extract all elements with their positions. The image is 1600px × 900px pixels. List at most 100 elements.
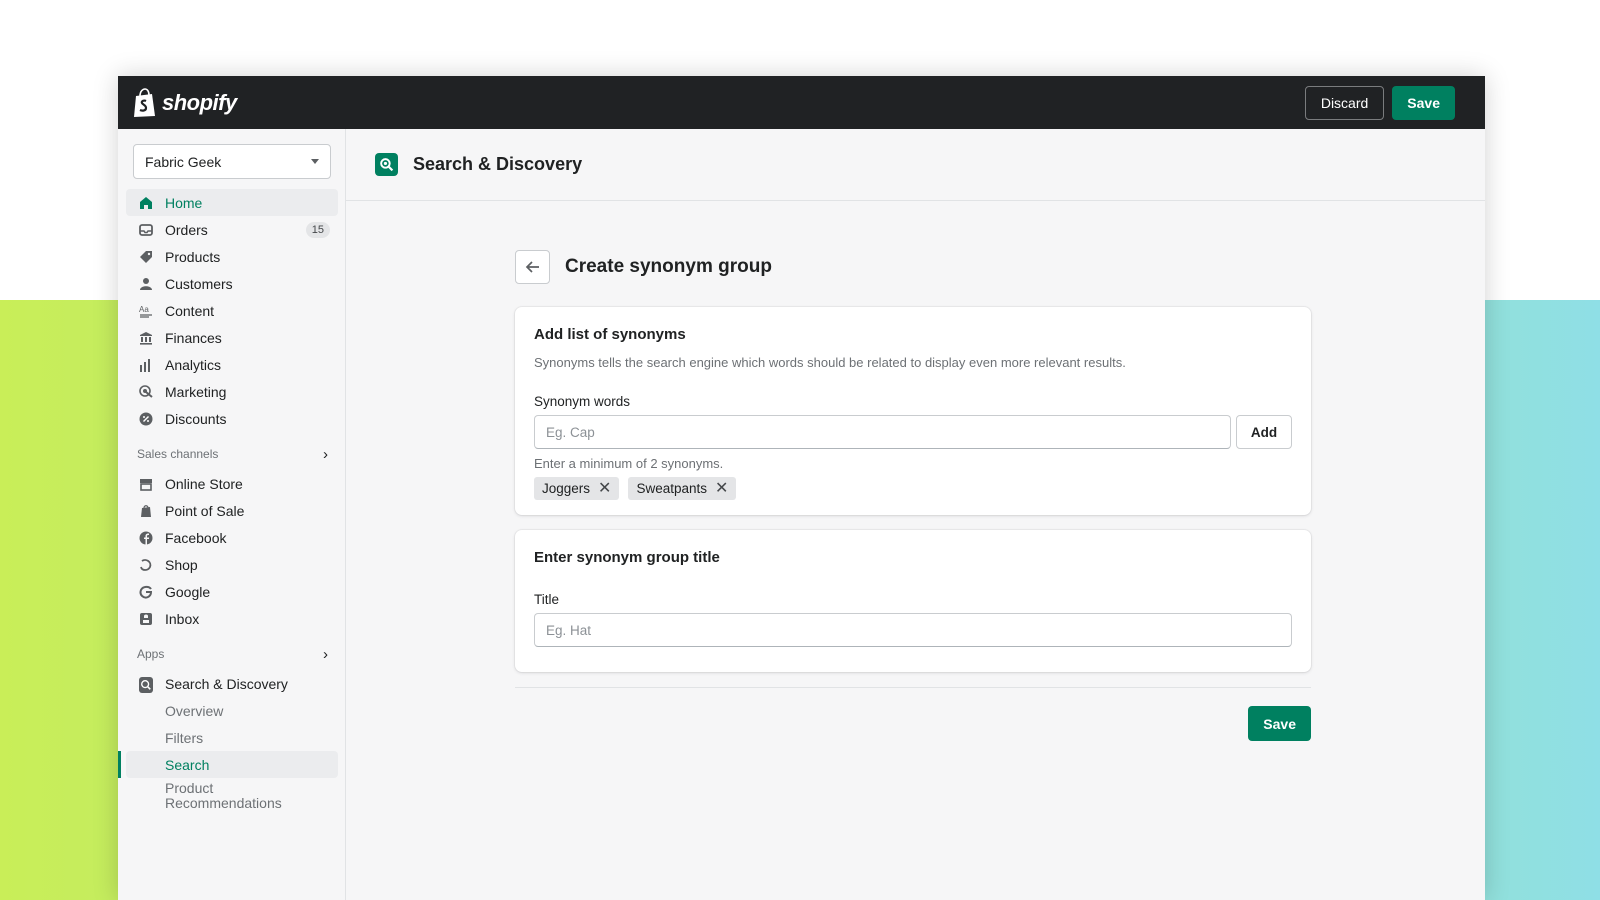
tag-label: Joggers <box>542 481 591 496</box>
sidebar-item-orders[interactable]: Orders 15 <box>126 216 338 243</box>
page-content: Create synonym group Add list of synonym… <box>515 250 1311 741</box>
person-icon <box>139 277 153 291</box>
text-icon: Aa <box>139 304 153 318</box>
sidebar-item-label: Google <box>165 583 211 600</box>
sidebar-subitem-filters[interactable]: Filters <box>126 724 338 751</box>
tag-label: Sweatpants <box>636 481 707 496</box>
apps-heading[interactable]: Apps › <box>126 642 338 666</box>
remove-tag-icon[interactable]: ✕ <box>715 480 728 497</box>
sidebar-item-label: Point of Sale <box>165 502 245 519</box>
sidebar-item-shop[interactable]: Shop <box>126 551 338 578</box>
app-window: shopify Discard Save Fabric Geek Home Or… <box>118 76 1485 900</box>
group-title-input[interactable] <box>534 613 1292 647</box>
card-title: Add list of synonyms <box>534 326 686 343</box>
sidebar-subitem-product-recommendations[interactable]: Product Recommendations <box>126 778 338 814</box>
subitem-label: Overview <box>165 702 224 719</box>
sales-channels-label: Sales channels <box>137 447 219 461</box>
topbar-actions: Discard Save <box>1304 85 1455 120</box>
group-title-card: Enter synonym group title Title <box>515 530 1311 672</box>
google-icon <box>139 585 153 599</box>
remove-tag-icon[interactable]: ✕ <box>598 480 611 497</box>
orders-count-badge: 15 <box>305 221 330 238</box>
sales-channels-heading[interactable]: Sales channels › <box>126 442 338 466</box>
subitem-label: Search <box>165 756 210 773</box>
divider <box>515 687 1311 688</box>
synonym-tag: Joggers ✕ <box>534 477 620 500</box>
sidebar-item-label: Orders <box>165 221 208 238</box>
card-description: Synonyms tells the search engine which w… <box>534 355 1126 370</box>
subitem-label: Filters <box>165 729 204 746</box>
bag-icon <box>139 504 153 518</box>
caret-down-icon <box>311 159 319 164</box>
app-header: Search & Discovery <box>346 129 1485 201</box>
sidebar-item-label: Analytics <box>165 356 222 373</box>
sidebar-item-online-store[interactable]: Online Store <box>126 470 338 497</box>
save-button[interactable]: Save <box>1248 706 1311 741</box>
store-icon <box>139 477 153 491</box>
save-top-button[interactable]: Save <box>1392 85 1455 120</box>
discount-icon <box>139 412 153 426</box>
search-discovery-logo-icon <box>375 153 398 176</box>
page-title-row: Create synonym group <box>515 250 1311 284</box>
sidebar-item-label: Finances <box>165 329 222 346</box>
discard-button[interactable]: Discard <box>1304 85 1385 120</box>
sidebar-item-label: Home <box>165 194 203 211</box>
bar-chart-icon <box>139 358 153 372</box>
synonym-words-input[interactable] <box>534 415 1231 449</box>
sidebar-item-label: Products <box>165 248 221 265</box>
sidebar-item-label: Discounts <box>165 410 227 427</box>
sidebar-item-inbox[interactable]: Inbox <box>126 605 338 632</box>
chevron-right-icon: › <box>323 645 328 663</box>
search-discovery-icon <box>139 676 153 693</box>
sidebar-item-customers[interactable]: Customers <box>126 270 338 297</box>
sidebar-item-products[interactable]: Products <box>126 243 338 270</box>
synonym-input-row: Add <box>534 415 1292 449</box>
target-icon <box>139 384 153 399</box>
sidebar-item-discounts[interactable]: Discounts <box>126 405 338 432</box>
sidebar-item-search-discovery[interactable]: Search & Discovery <box>126 670 338 697</box>
add-synonym-button[interactable]: Add <box>1236 415 1292 449</box>
apps-label: Apps <box>137 647 165 661</box>
page-footer: Save <box>515 706 1311 741</box>
sidebar-nav: Home Orders 15 Products Customers Aa Con… <box>118 189 338 814</box>
sidebar-subitem-overview[interactable]: Overview <box>126 697 338 724</box>
sidebar-subitem-search[interactable]: Search <box>118 751 338 778</box>
synonym-tags: Joggers ✕ Sweatpants ✕ <box>534 477 1292 500</box>
sidebar-item-label: Inbox <box>165 610 200 627</box>
sidebar-item-google[interactable]: Google <box>126 578 338 605</box>
sidebar-item-facebook[interactable]: Facebook <box>126 524 338 551</box>
synonyms-card: Add list of synonyms Synonyms tells the … <box>515 307 1311 515</box>
facebook-icon <box>139 531 153 545</box>
bank-icon <box>139 331 153 345</box>
main-content: Search & Discovery Create synonym group … <box>346 129 1485 900</box>
sidebar-item-point-of-sale[interactable]: Point of Sale <box>126 497 338 524</box>
sidebar: Fabric Geek Home Orders 15 Products Cust… <box>118 129 346 900</box>
shopify-logo[interactable]: shopify <box>132 87 237 118</box>
sidebar-item-label: Online Store <box>165 475 243 492</box>
subitem-label: Product Recommendations <box>165 780 282 811</box>
brand-name: shopify <box>162 89 237 115</box>
inbox-tray-icon <box>139 223 153 237</box>
home-icon <box>139 196 153 210</box>
synonym-words-label: Synonym words <box>534 394 631 409</box>
sidebar-item-label: Marketing <box>165 383 227 400</box>
sidebar-item-content[interactable]: Aa Content <box>126 297 338 324</box>
sidebar-item-analytics[interactable]: Analytics <box>126 351 338 378</box>
shop-icon <box>139 558 153 572</box>
chevron-right-icon: › <box>323 445 328 463</box>
sidebar-item-label: Search & Discovery <box>165 675 288 692</box>
page-title: Create synonym group <box>565 256 772 277</box>
title-field-label: Title <box>534 592 560 607</box>
sidebar-item-home[interactable]: Home <box>126 189 338 216</box>
store-selector[interactable]: Fabric Geek <box>133 144 331 179</box>
card-title: Enter synonym group title <box>534 549 720 566</box>
sidebar-item-label: Content <box>165 302 215 319</box>
tag-icon <box>139 250 153 264</box>
svg-text:Aa: Aa <box>139 305 149 314</box>
synonym-tag: Sweatpants ✕ <box>628 477 737 500</box>
app-header-title: Search & Discovery <box>413 154 583 174</box>
sidebar-item-label: Shop <box>165 556 198 573</box>
sidebar-item-marketing[interactable]: Marketing <box>126 378 338 405</box>
back-button[interactable] <box>515 250 550 284</box>
sidebar-item-finances[interactable]: Finances <box>126 324 338 351</box>
